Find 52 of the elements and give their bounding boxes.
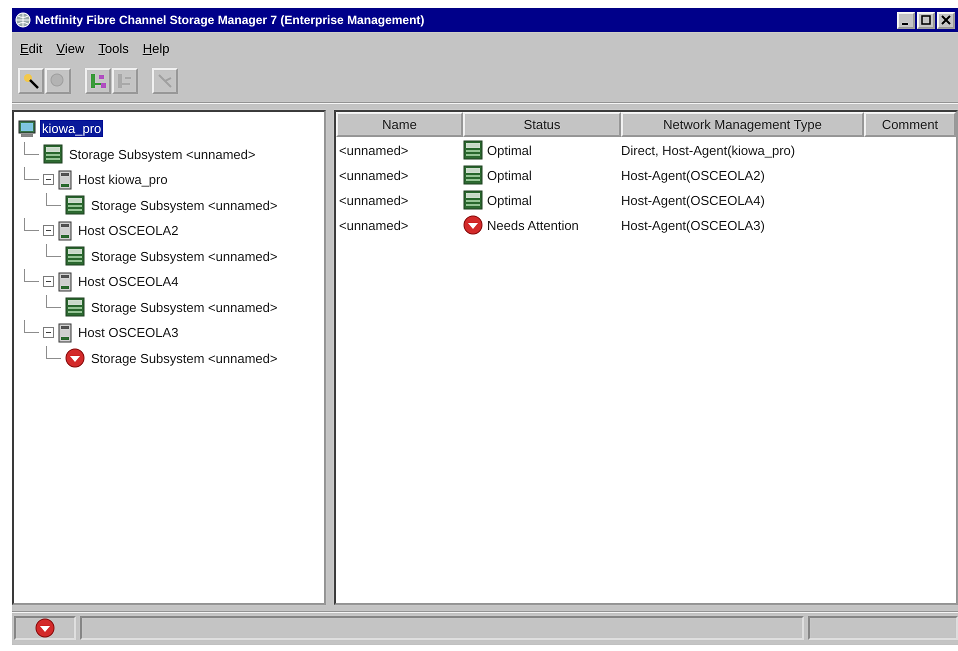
column-header[interactable]: Name [336, 112, 463, 137]
table-cell-text: Host-Agent(OSCEOLA4) [621, 192, 766, 208]
server-icon [58, 220, 72, 241]
tree-item[interactable]: Host OSCEOLA3 [76, 324, 180, 342]
menu-item[interactable]: View [56, 41, 84, 56]
table-cell-text: Host-Agent(OSCEOLA3) [621, 218, 766, 232]
table-cell-text: <unnamed> [338, 218, 410, 232]
server-icon [58, 272, 72, 292]
expander-icon[interactable] [43, 327, 54, 338]
close-button[interactable] [937, 12, 955, 28]
column-header[interactable]: Status [463, 112, 621, 137]
toolbar-button[interactable] [18, 68, 44, 94]
line-icon [156, 72, 174, 90]
menu-item[interactable]: Help [142, 41, 170, 56]
server-icon [58, 322, 72, 343]
tree-icon [89, 72, 107, 90]
tree-item[interactable]: kiowa_pro [40, 120, 104, 138]
expander-icon[interactable] [43, 225, 54, 236]
table-cell: Optimal [487, 192, 532, 208]
column-header[interactable]: Comment [864, 112, 956, 137]
table-cell-text: <unnamed> [338, 192, 410, 208]
globe-icon [15, 12, 31, 28]
tree-item[interactable]: Storage Subsystem <unnamed> [89, 196, 280, 214]
tree-item[interactable]: Storage Subsystem <unnamed> [89, 350, 280, 367]
minimize-button[interactable] [897, 12, 915, 28]
expander-icon[interactable] [43, 174, 54, 186]
table-cell-text: Direct, Host-Agent(kiowa_pro) [621, 142, 796, 158]
tree-item[interactable]: Host OSCEOLA2 [76, 222, 180, 240]
search-icon [22, 72, 40, 90]
window-title: Netfinity Fibre Channel Storage Manager 7 (Enterprise Management) [35, 13, 424, 27]
table-cell-text: <unnamed> [338, 168, 410, 182]
table-cell-text: <unnamed> [338, 142, 410, 158]
tree-item[interactable]: Host kiowa_pro [76, 171, 170, 188]
tree-item[interactable]: Storage Subsystem <unnamed> [89, 298, 280, 316]
computer-icon [18, 120, 36, 138]
tree-item[interactable]: Storage Subsystem <unnamed> [89, 248, 280, 265]
close-icon [941, 15, 951, 25]
table-cell: Optimal [487, 142, 532, 158]
minimize-icon [902, 22, 908, 24]
table-cell: Needs Attention [487, 218, 579, 232]
server-icon [58, 170, 72, 190]
maximize-icon [921, 15, 931, 25]
menu-item[interactable]: Tools [98, 41, 129, 56]
table-cell-text: Host-Agent(OSCEOLA2) [621, 168, 766, 182]
table-cell: Optimal [487, 168, 532, 182]
expander-icon[interactable] [43, 276, 54, 288]
maximize-button[interactable] [917, 12, 935, 28]
tree-item[interactable]: Host OSCEOLA4 [76, 273, 180, 290]
menu-item[interactable]: Edit [20, 41, 42, 56]
tree-icon [116, 72, 134, 90]
tree-item[interactable]: Storage Subsystem <unnamed> [67, 146, 258, 163]
column-header[interactable]: Network Management Type [621, 112, 864, 137]
